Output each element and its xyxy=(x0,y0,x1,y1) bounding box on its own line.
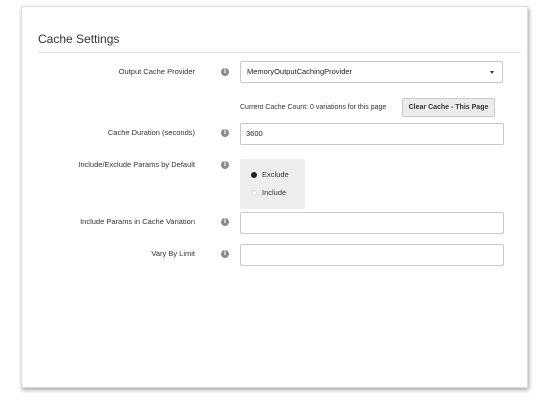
chevron-down-icon xyxy=(490,71,494,74)
radio-exclude-selected[interactable] xyxy=(251,172,257,179)
radio-include-label: Include xyxy=(262,188,287,197)
output-cache-provider-select[interactable]: MemoryOutputCachingProvider xyxy=(240,61,503,83)
info-icon[interactable]: i xyxy=(221,161,229,169)
cache-count-text: Current Cache Count: 0 variations for th… xyxy=(240,104,387,111)
include-params-label: Include Params in Cache Variation xyxy=(80,217,195,226)
clear-cache-button[interactable]: Clear Cache - This Page xyxy=(402,98,495,117)
section-title: Cache Settings xyxy=(38,32,120,46)
vary-by-limit-input[interactable] xyxy=(240,244,504,266)
output-cache-provider-value: MemoryOutputCachingProvider xyxy=(247,67,353,76)
include-exclude-label: Include/Exclude Params by Default xyxy=(78,160,195,169)
cache-settings-panel: Cache Settings Output Cache Provider i M… xyxy=(21,6,528,388)
output-cache-provider-label: Output Cache Provider xyxy=(118,67,195,76)
info-icon[interactable]: i xyxy=(221,250,229,258)
cache-duration-input[interactable]: 3600 xyxy=(240,123,504,145)
radio-include-unselected[interactable] xyxy=(251,190,257,197)
vary-by-limit-label: Vary By Limit xyxy=(151,249,195,258)
radio-option-exclude[interactable]: Exclude xyxy=(251,170,289,180)
info-icon[interactable]: i xyxy=(221,129,229,137)
title-divider xyxy=(38,52,521,53)
include-exclude-radio-group: Exclude Include xyxy=(240,159,305,209)
radio-option-include[interactable]: Include xyxy=(251,188,286,198)
include-params-input[interactable] xyxy=(240,212,504,234)
info-icon[interactable]: i xyxy=(221,218,229,226)
info-icon[interactable]: i xyxy=(221,68,229,76)
cache-duration-value: 3600 xyxy=(246,129,263,138)
cache-duration-label: Cache Duration (seconds) xyxy=(107,128,195,137)
radio-exclude-label: Exclude xyxy=(262,170,289,179)
